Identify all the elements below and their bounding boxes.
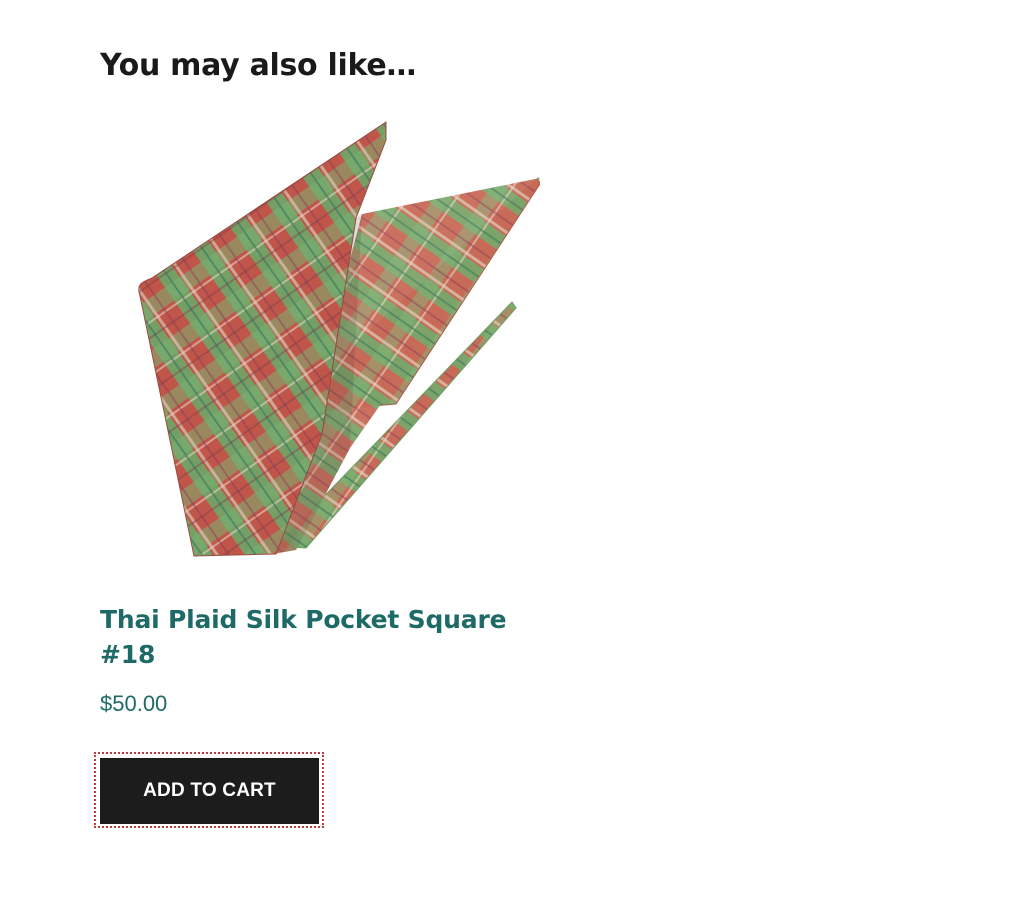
product-price: $50.00 bbox=[100, 691, 168, 716]
section-heading: You may also like… bbox=[100, 48, 417, 83]
product-image bbox=[138, 121, 540, 557]
add-to-cart-button[interactable]: ADD TO CART bbox=[100, 758, 319, 824]
product-title-link[interactable]: Thai Plaid Silk Pocket Square #18 bbox=[100, 602, 520, 672]
product-card: Thai Plaid Silk Pocket Square #18 $50.00… bbox=[94, 118, 540, 828]
related-products-section: You may also like… Thai Plaid Silk Pocke… bbox=[94, 40, 540, 828]
product-image-link[interactable] bbox=[100, 118, 540, 564]
